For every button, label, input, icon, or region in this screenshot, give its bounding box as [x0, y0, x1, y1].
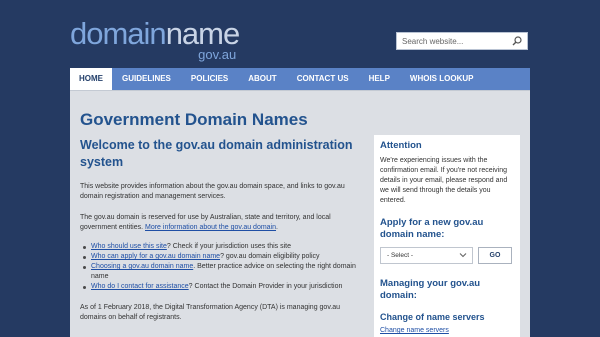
- search-box: [396, 32, 528, 50]
- bullet-text: ? Check if your jurisdiction uses this s…: [166, 243, 291, 250]
- sidebar: Attention We're experiencing issues with…: [374, 135, 520, 337]
- nav-guidelines[interactable]: GUIDELINES: [112, 68, 181, 90]
- who-should-use-link[interactable]: Who should use this site: [91, 243, 167, 250]
- info-links-list: Who should use this site? Check if your …: [80, 242, 362, 292]
- nav-help[interactable]: HELP: [359, 68, 400, 90]
- chevron-down-icon: [459, 253, 467, 258]
- list-item: Choosing a gov.au domain name. Better pr…: [83, 262, 362, 282]
- site-logo[interactable]: domainname gov.au: [70, 16, 241, 61]
- list-item: Who should use this site? Check if your …: [83, 242, 362, 252]
- go-button[interactable]: GO: [478, 247, 512, 264]
- nav-about[interactable]: ABOUT: [238, 68, 286, 90]
- change-name-servers-paragraph: Change name servers: [380, 326, 514, 336]
- apply-title: Apply for a new gov.au domain name:: [380, 217, 484, 240]
- nav-home[interactable]: HOME: [70, 68, 112, 90]
- page-title: Government Domain Names: [80, 110, 308, 129]
- reserved-paragraph: The gov.au domain is reserved for use by…: [80, 214, 331, 231]
- dta-text: As of 1 February 2018, the Digital Trans…: [80, 304, 341, 321]
- list-item: Who can apply for a gov.au domain name? …: [83, 252, 362, 262]
- main-nav: HOME GUIDELINES POLICIES ABOUT CONTACT U…: [70, 68, 530, 90]
- logo-gov-au-text: gov.au: [198, 47, 237, 62]
- attention-text: We're experiencing issues with the confi…: [380, 157, 508, 204]
- manage-title: Managing your gov.au domain:: [380, 278, 481, 301]
- domain-type-select[interactable]: - Select -: [380, 247, 473, 264]
- change-name-servers-link[interactable]: Change name servers: [380, 327, 449, 334]
- nav-contact-us[interactable]: CONTACT US: [287, 68, 359, 90]
- choosing-domain-link[interactable]: Choosing a gov.au domain name: [91, 263, 193, 270]
- list-item: Who do I contact for assistance? Contact…: [83, 282, 362, 292]
- intro-text: This website provides information about …: [80, 183, 345, 200]
- contact-assistance-link[interactable]: Who do I contact for assistance: [91, 283, 189, 290]
- select-value: - Select -: [387, 252, 414, 259]
- who-can-apply-link[interactable]: Who can apply for a gov.au domain name: [91, 253, 220, 260]
- search-icon[interactable]: [512, 36, 522, 46]
- logo-domain-text: domain: [70, 16, 167, 51]
- page-subtitle: Welcome to the gov.au domain administrat…: [80, 138, 353, 169]
- bullet-text: ? gov.au domain eligibility policy: [220, 253, 320, 260]
- main-content: Government Domain Names Welcome to the g…: [80, 110, 362, 323]
- search-input[interactable]: [397, 33, 514, 49]
- bullet-text: ? Contact the Domain Provider in your ju…: [188, 283, 343, 290]
- attention-title: Attention: [380, 140, 422, 151]
- apply-form: - Select - GO: [380, 247, 514, 264]
- logo-name-text: name: [165, 16, 241, 51]
- nav-whois-lookup[interactable]: WHOIS LOOKUP: [400, 68, 484, 90]
- change-name-servers-title: Change of name servers: [380, 312, 485, 322]
- nav-policies[interactable]: POLICIES: [181, 68, 238, 90]
- more-info-link[interactable]: More information about the gov.au domain: [145, 224, 276, 231]
